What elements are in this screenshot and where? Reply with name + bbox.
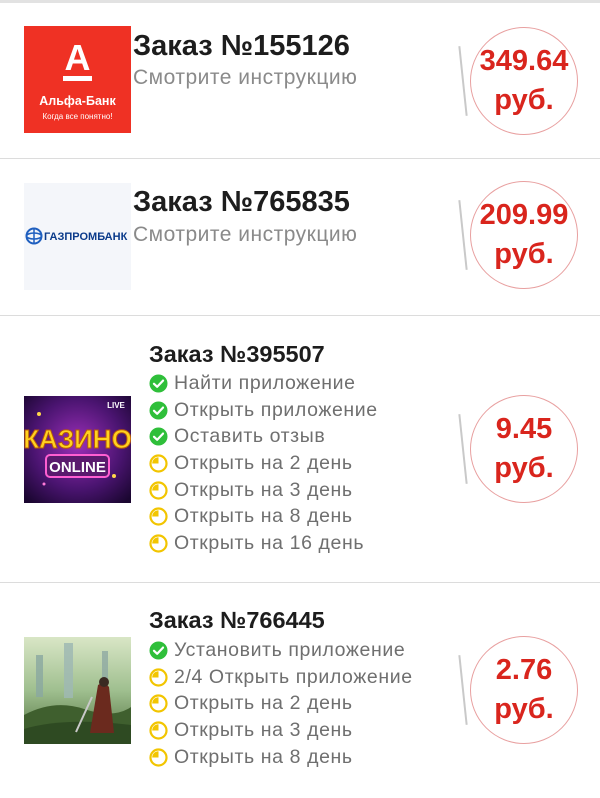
task-item: Установить приложение bbox=[149, 637, 413, 664]
price-value: 349.64 bbox=[479, 45, 569, 77]
task-item: Открыть на 16 день bbox=[149, 530, 378, 557]
price-badge: 2.76 руб. bbox=[470, 636, 578, 744]
gazprombank-logo-icon: ГАЗПРОМБАНК bbox=[25, 227, 128, 245]
order-card-395507[interactable]: LIVE КАЗИНО ONLINE Заказ №395507 Найти п… bbox=[0, 316, 600, 583]
order-card-155126[interactable]: A Альфа-Банк Когда все понятно! Заказ №1… bbox=[0, 3, 600, 159]
order-card-765835[interactable]: ГАЗПРОМБАНК Заказ №765835 Смотрите инстр… bbox=[0, 159, 600, 316]
clock-pending-icon bbox=[149, 480, 168, 500]
svg-text:Когда все понятно!: Когда все понятно! bbox=[42, 112, 112, 121]
svg-text:КАЗИНО: КАЗИНО bbox=[24, 424, 131, 454]
task-item: Открыть приложение bbox=[149, 397, 378, 424]
alfa-bank-logo: A Альфа-Банк Когда все понятно! bbox=[24, 26, 131, 133]
task-list: Найти приложение Открыть приложение Оста… bbox=[149, 370, 378, 557]
price-unit: руб. bbox=[494, 238, 554, 270]
order-title: Заказ №766445 bbox=[149, 607, 325, 633]
price-badge: 9.45 руб. bbox=[470, 395, 578, 503]
task-item: Открыть на 2 день bbox=[149, 450, 378, 477]
check-done-icon bbox=[149, 374, 168, 393]
task-item: Открыть на 2 день bbox=[149, 690, 413, 717]
clock-pending-icon bbox=[149, 694, 168, 713]
check-done-icon bbox=[149, 641, 168, 660]
casino-app-logo: LIVE КАЗИНО ONLINE bbox=[24, 396, 131, 503]
clock-pending-icon bbox=[149, 454, 168, 473]
task-item: Открыть на 3 день bbox=[149, 717, 413, 744]
price-badge: 209.99 руб. bbox=[470, 181, 578, 289]
price-value: 9.45 bbox=[495, 413, 553, 445]
price-unit: руб. bbox=[494, 693, 554, 725]
svg-text:ONLINE: ONLINE bbox=[49, 459, 106, 476]
task-item: Оставить отзыв bbox=[149, 423, 378, 450]
task-item: Открыть на 8 день bbox=[149, 503, 378, 530]
price-value: 2.76 bbox=[495, 654, 553, 686]
svg-text:LIVE: LIVE bbox=[107, 401, 125, 410]
instruction-link[interactable]: Смотрите инструкцию bbox=[133, 223, 357, 247]
check-done-icon bbox=[149, 427, 168, 446]
task-item: Открыть на 3 день bbox=[149, 477, 378, 504]
check-done-icon bbox=[149, 401, 168, 420]
order-title: Заказ №765835 bbox=[133, 186, 350, 218]
clock-pending-icon bbox=[149, 721, 168, 740]
price-unit: руб. bbox=[494, 84, 554, 116]
order-title: Заказ №155126 bbox=[133, 30, 350, 62]
price-value: 209.99 bbox=[479, 199, 569, 231]
task-list: Установить приложение 2/4 Открыть прилож… bbox=[149, 637, 413, 770]
task-item: Открыть на 8 день bbox=[149, 744, 413, 771]
clock-pending-icon bbox=[149, 534, 168, 553]
clock-pending-icon bbox=[149, 507, 168, 526]
gazprombank-logo: ГАЗПРОМБАНК bbox=[24, 183, 131, 290]
clock-pending-icon bbox=[149, 667, 168, 687]
svg-text:A: A bbox=[65, 37, 91, 78]
order-card-766445[interactable]: Заказ №766445 Установить приложение 2/4 … bbox=[0, 583, 600, 798]
casino-app-icon: LIVE КАЗИНО ONLINE bbox=[24, 396, 131, 503]
task-item: 2/4 Открыть приложение bbox=[149, 664, 413, 691]
price-badge: 349.64 руб. bbox=[470, 27, 578, 135]
clock-pending-icon bbox=[149, 747, 168, 767]
fantasy-game-icon bbox=[24, 637, 131, 744]
svg-text:ГАЗПРОМБАНК: ГАЗПРОМБАНК bbox=[44, 231, 128, 243]
svg-text:Альфа-Банк: Альфа-Банк bbox=[39, 94, 116, 108]
fantasy-game-logo bbox=[24, 637, 131, 744]
order-title: Заказ №395507 bbox=[149, 341, 325, 367]
price-unit: руб. bbox=[494, 452, 554, 484]
task-item: Найти приложение bbox=[149, 370, 378, 397]
alfa-bank-logo-icon: A Альфа-Банк Когда все понятно! bbox=[39, 37, 116, 121]
instruction-link[interactable]: Смотрите инструкцию bbox=[133, 66, 357, 90]
